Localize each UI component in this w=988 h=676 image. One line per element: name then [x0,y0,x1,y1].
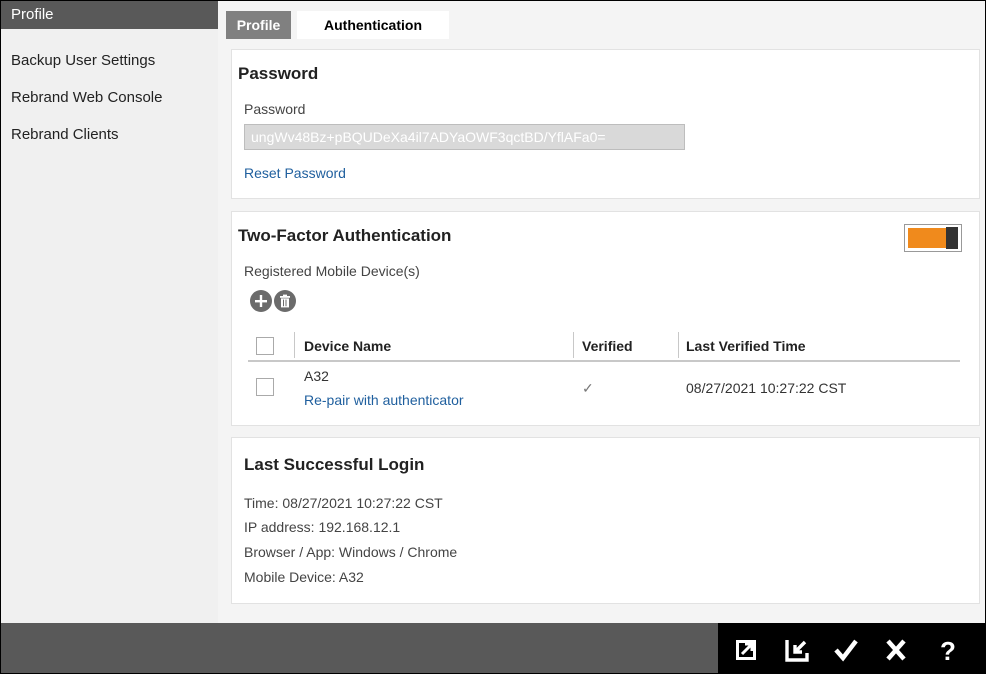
last-login-panel: Last Successful Login Time: 08/27/2021 1… [231,437,980,604]
import-icon [785,640,809,662]
tab-profile[interactable]: Profile [226,11,291,39]
plus-icon [255,295,267,307]
device-table-header: Device Name Verified Last Verified Time [248,330,960,362]
toggle-knob [946,227,958,249]
column-divider [294,332,295,358]
sidebar-item-backup-user-settings[interactable]: Backup User Settings [1,47,218,75]
registered-devices-label: Registered Mobile Device(s) [244,263,420,279]
column-device-name[interactable]: Device Name [304,338,391,354]
export-button[interactable] [726,623,766,673]
cancel-button[interactable] [876,623,916,673]
confirm-button[interactable] [826,623,866,673]
select-all-checkbox[interactable] [256,337,274,355]
password-field[interactable] [244,124,685,150]
checkmark-icon [834,639,858,662]
help-button[interactable]: ? [928,623,968,673]
bottom-toolbar: ? [1,623,985,673]
device-name-cell: A32 [304,368,329,384]
password-field-label: Password [244,101,306,117]
sidebar-item-profile[interactable]: Profile [1,1,218,29]
sidebar-item-rebrand-web-console[interactable]: Rebrand Web Console [1,84,218,112]
column-divider [573,332,574,358]
toggle-fill [908,228,946,248]
verified-check-cell: ✓ [582,380,594,396]
last-login-time: Time: 08/27/2021 10:27:22 CST [244,495,443,511]
column-divider [678,332,679,358]
main-content: Profile Authentication Password Password… [218,1,985,623]
action-buttons: ? [718,623,985,673]
last-login-title: Last Successful Login [244,455,425,474]
last-verified-time-cell: 08/27/2021 10:27:22 CST [686,380,847,396]
row-checkbox[interactable] [256,378,274,396]
column-last-verified-time[interactable]: Last Verified Time [686,338,806,354]
trash-icon [280,294,290,308]
delete-device-button[interactable] [274,290,296,312]
last-login-device: Mobile Device: A32 [244,569,364,585]
sidebar-item-rebrand-clients[interactable]: Rebrand Clients [1,121,218,149]
import-button[interactable] [776,623,816,673]
password-panel-title: Password [238,64,319,83]
sidebar: Profile Backup User Settings Rebrand Web… [1,1,218,623]
reset-password-link[interactable]: Reset Password [244,165,346,181]
svg-text:?: ? [940,636,956,666]
two-factor-toggle[interactable] [904,224,962,252]
close-icon [886,639,906,661]
tab-authentication[interactable]: Authentication [297,11,449,39]
window: Profile Backup User Settings Rebrand Web… [0,0,986,674]
password-panel: Password Password Reset Password [231,49,980,199]
column-verified[interactable]: Verified [582,338,633,354]
repair-authenticator-link[interactable]: Re-pair with authenticator [304,392,464,408]
two-factor-panel: Two-Factor Authentication Registered Mob… [231,211,980,426]
last-login-ip: IP address: 192.168.12.1 [244,519,401,535]
help-icon: ? [940,636,956,666]
last-login-browser: Browser / App: Windows / Chrome [244,544,458,560]
add-device-button[interactable] [250,290,272,312]
export-icon [736,640,756,660]
two-factor-title: Two-Factor Authentication [238,226,452,245]
